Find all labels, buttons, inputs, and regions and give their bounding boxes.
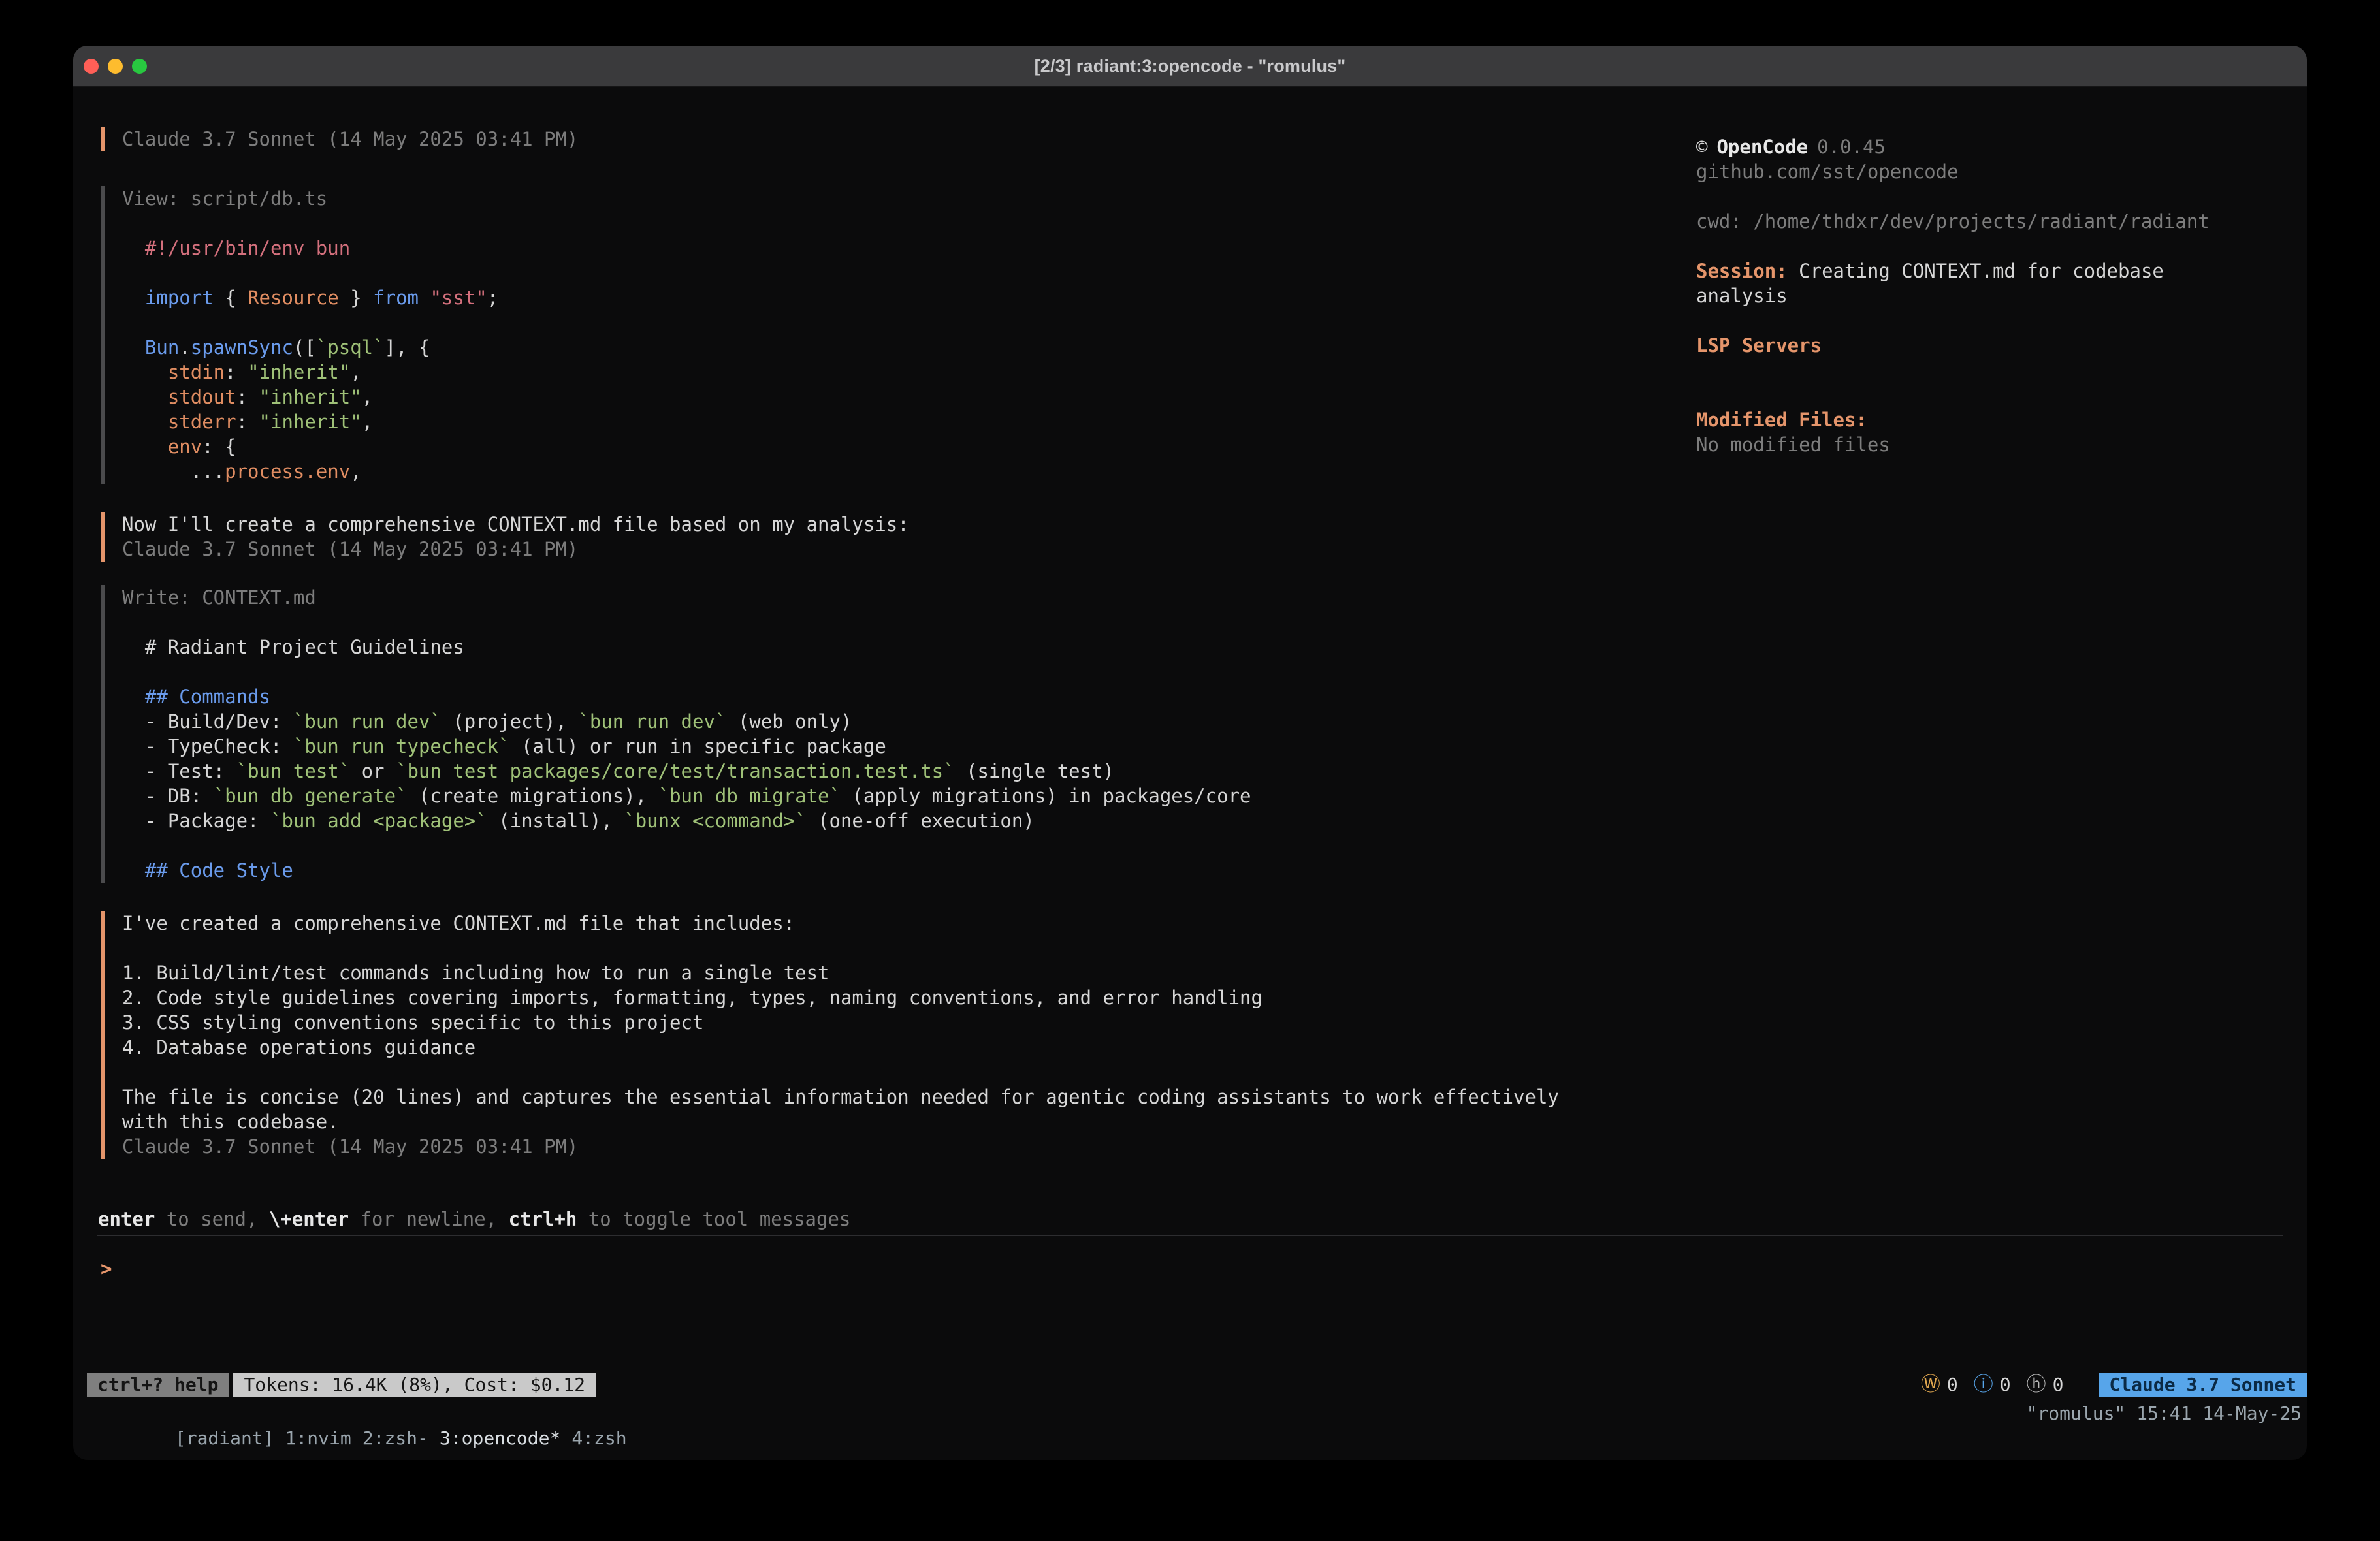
tmux-window-2[interactable]: 2:zsh- (362, 1427, 428, 1449)
traffic-lights (84, 46, 147, 86)
tool-title: Write: CONTEXT.md (122, 585, 1680, 610)
markdown-line: - Build/Dev: `bun run dev` (project), `b… (122, 709, 1680, 734)
chat-log: Claude 3.7 Sonnet (14 May 2025 03:41 PM)… (73, 127, 1680, 1159)
list-item: 2. Code style guidelines covering import… (122, 985, 1680, 1010)
code-line: #!/usr/bin/env bun (122, 236, 1680, 261)
tmux-session-name: [radiant] (175, 1427, 274, 1449)
markdown-line: - Test: `bun test` or `bun test packages… (122, 759, 1680, 784)
help-chip[interactable]: ctrl+? help (87, 1373, 229, 1397)
tmux-status-bar: [radiant] 1:nvim 2:zsh- 3:opencode* 4:zsh "r… (87, 1401, 2302, 1460)
app-window: [2/3] radiant:3:opencode - "romulus" Cla… (73, 46, 2307, 1460)
list-item: 3. CSS styling conventions specific to t… (122, 1010, 1680, 1035)
warning-icon: Ⓦ (1921, 1373, 1940, 1397)
message-timestamp-header: Claude 3.7 Sonnet (14 May 2025 03:41 PM) (101, 127, 1680, 151)
tokens-cost-chip: Tokens: 16.4K (8%), Cost: $0.12 (233, 1373, 596, 1397)
lsp-servers-header: LSP Servers (1696, 333, 2238, 358)
code-line: Bun.spawnSync([`psql`], { (122, 335, 1680, 360)
list-item: 1. Build/lint/test commands including ho… (122, 961, 1680, 985)
code-line: stdout: "inherit", (122, 385, 1680, 409)
tool-call-view-block: View: script/db.ts #!/usr/bin/env bun im… (101, 186, 1680, 484)
diagnostics: Ⓦ 0 ⓘ 0 ⓗ 0 (1921, 1373, 2073, 1397)
tmux-window-list[interactable]: [radiant] 1:nvim 2:zsh- 3:opencode* 4:zsh (87, 1401, 638, 1460)
session-label: Session: (1696, 260, 1788, 282)
tmux-window-3-current[interactable]: 3:opencode* (440, 1427, 560, 1449)
status-bar: ctrl+? help Tokens: 16.4K (8%), Cost: $0… (87, 1373, 2307, 1397)
markdown-line: - DB: `bun db generate` (create migratio… (122, 784, 1680, 808)
tmux-host-clock: "romulus" 15:41 14-May-25 (2027, 1401, 2302, 1460)
model-chip[interactable]: Claude 3.7 Sonnet (2099, 1373, 2307, 1397)
app-logo: © OpenCode 0.0.45 (1696, 135, 2238, 159)
repo-link: github.com/sst/opencode (1696, 159, 2238, 184)
modified-files-empty: No modified files (1696, 432, 2238, 457)
message-input[interactable]: > (101, 1256, 2283, 1295)
window-title: [2/3] radiant:3:opencode - "romulus" (1035, 56, 1346, 76)
message-text: I've created a comprehensive CONTEXT.md … (122, 911, 1680, 936)
message-text: The file is concise (20 lines) and captu… (122, 1085, 1592, 1134)
maximize-button[interactable] (132, 59, 147, 74)
markdown-line: ## Code Style (122, 858, 1680, 883)
markdown-line: ## Commands (122, 684, 1680, 709)
minimize-button[interactable] (108, 59, 123, 74)
info-count: 0 (2000, 1373, 2011, 1397)
markdown-line: - TypeCheck: `bun run typecheck` (all) o… (122, 734, 1680, 759)
list-item: 4. Database operations guidance (122, 1035, 1680, 1060)
timestamp: Claude 3.7 Sonnet (14 May 2025 03:41 PM) (122, 537, 1680, 562)
code-line: env: { (122, 434, 1680, 459)
cwd-path: /home/thdxr/dev/projects/radiant/radiant (1753, 210, 2209, 232)
warning-count: 0 (1947, 1373, 1958, 1397)
timestamp: Claude 3.7 Sonnet (14 May 2025 03:41 PM) (122, 127, 1680, 151)
blank-line (122, 211, 1680, 236)
timestamp: Claude 3.7 Sonnet (14 May 2025 03:41 PM) (122, 1134, 1680, 1159)
app-version: 0.0.45 (1817, 135, 1886, 159)
tool-call-write-block: Write: CONTEXT.md # Radiant Project Guid… (101, 585, 1680, 883)
info-icon: ⓘ (1974, 1373, 1993, 1397)
session-line: Session: Creating CONTEXT.md for codebas… (1696, 259, 2238, 308)
markdown-line: # Radiant Project Guidelines (122, 635, 1680, 659)
assistant-message: I've created a comprehensive CONTEXT.md … (101, 911, 1680, 1159)
prompt-marker: > (101, 1258, 112, 1280)
tmux-window-4[interactable]: 4:zsh (571, 1427, 626, 1449)
blank-line (122, 936, 1680, 961)
opencode-logo-icon: © (1696, 135, 1707, 159)
blank-line (122, 659, 1680, 684)
close-button[interactable] (84, 59, 99, 74)
hint-icon: ⓗ (2027, 1373, 2046, 1397)
input-divider (97, 1235, 2283, 1236)
tool-title: View: script/db.ts (122, 186, 1680, 211)
code-line: ...process.env, (122, 459, 1680, 484)
blank-line (122, 610, 1680, 635)
markdown-line: - Package: `bun add <package>` (install)… (122, 808, 1680, 833)
modified-files-header: Modified Files: (1696, 407, 2238, 432)
app-name: OpenCode (1716, 135, 1808, 159)
blank-line (122, 833, 1680, 858)
cwd-label: cwd: (1696, 210, 1742, 232)
message-text: Now I'll create a comprehensive CONTEXT.… (122, 512, 1680, 537)
tmux-window-1[interactable]: 1:nvim (285, 1427, 351, 1449)
sidebar: ©OpenCode0.0.45 github.com/sst/opencode … (1696, 135, 2238, 457)
opencode-tui: Claude 3.7 Sonnet (14 May 2025 03:41 PM)… (73, 87, 2307, 1459)
keybind-hints: enter to send, \+enter for newline, ctrl… (98, 1207, 850, 1231)
blank-line (122, 261, 1680, 285)
code-line: stdin: "inherit", (122, 360, 1680, 385)
blank-line (122, 310, 1680, 335)
titlebar: [2/3] radiant:3:opencode - "romulus" (73, 46, 2307, 87)
blank-line (122, 1060, 1680, 1085)
hint-count: 0 (2053, 1373, 2064, 1397)
cwd-line: cwd: /home/thdxr/dev/projects/radiant/ra… (1696, 209, 2238, 234)
code-line: import { Resource } from "sst"; (122, 285, 1680, 310)
statusbar-spacer (596, 1373, 1921, 1397)
code-line: stderr: "inherit", (122, 409, 1680, 434)
assistant-message: Now I'll create a comprehensive CONTEXT.… (101, 512, 1680, 562)
